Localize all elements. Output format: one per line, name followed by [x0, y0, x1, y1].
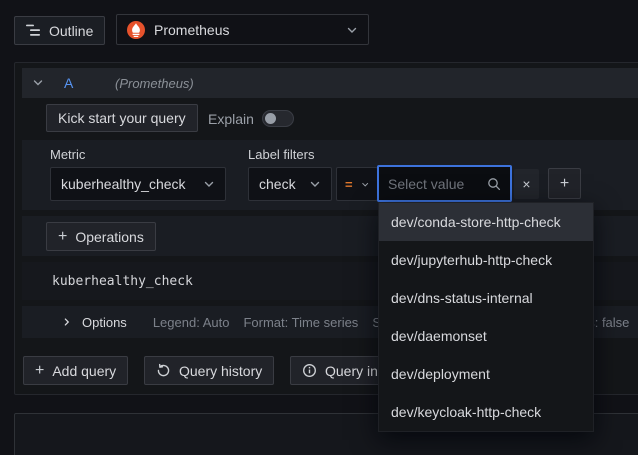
kick-start-query-button[interactable]: Kick start your query [46, 104, 198, 132]
remove-filter-button[interactable]: × [514, 169, 539, 199]
history-icon [157, 363, 170, 377]
raw-query-text: kuberhealthy_check [52, 273, 193, 289]
options-summary-item: Legend: Auto [152, 314, 230, 330]
dropdown-option[interactable]: dev/jupyterhub-http-check [379, 241, 593, 279]
dropdown-option[interactable]: dev/dns-status-internal [379, 279, 593, 317]
plus-icon: + [35, 361, 45, 379]
dropdown-option[interactable]: dev/keycloak-http-check [379, 393, 593, 431]
datasource-picker[interactable]: Prometheus [116, 14, 369, 45]
query-datasource-hint: (Prometheus) [115, 76, 194, 91]
info-icon [303, 364, 316, 377]
add-query-button[interactable]: + Add query [23, 356, 129, 385]
label-name-value: check [259, 176, 296, 192]
chevron-down-icon [361, 182, 368, 187]
label-value-combobox[interactable] [377, 165, 512, 202]
close-icon: × [522, 176, 531, 192]
label-filters-label: Label filters [248, 147, 315, 162]
explain-toggle[interactable] [262, 110, 294, 127]
collapse-chevron-icon [33, 80, 43, 86]
label-name-select[interactable]: check [248, 167, 332, 201]
prometheus-logo-icon [127, 20, 145, 39]
outline-button-label: Outline [49, 22, 94, 39]
query-history-button[interactable]: Query history [144, 356, 275, 385]
plus-icon: + [58, 227, 68, 245]
metric-select[interactable]: kuberhealthy_check [50, 167, 226, 201]
chevron-down-icon [310, 181, 320, 187]
operations-button[interactable]: + Operations [46, 222, 156, 251]
chevron-down-icon [204, 181, 214, 187]
search-icon [488, 177, 501, 190]
dropdown-option[interactable]: dev/deployment [379, 355, 593, 393]
dropdown-option[interactable]: dev/daemonset [379, 317, 593, 355]
add-query-label: Add query [52, 362, 117, 379]
grafana-explore-query-editor: Outline Prometheus A (Prometheus) Kick s… [0, 0, 638, 455]
operator-select[interactable]: = [336, 167, 378, 201]
metric-field-label: Metric [50, 147, 86, 162]
chevron-down-icon [347, 27, 357, 33]
explain-label: Explain [208, 111, 254, 127]
outline-button[interactable]: Outline [14, 16, 106, 45]
dropdown-option[interactable]: dev/conda-store-http-check [379, 203, 593, 241]
operations-label: Operations [75, 228, 144, 245]
query-row-header[interactable]: A (Prometheus) [22, 68, 638, 98]
options-summary-item: Format: Time series [243, 314, 359, 330]
query-history-label: Query history [179, 362, 263, 379]
outline-icon [26, 24, 40, 36]
query-ref-id: A [64, 75, 74, 91]
datasource-name: Prometheus [154, 21, 230, 38]
label-value-input[interactable] [388, 175, 481, 192]
plus-icon: + [559, 174, 570, 192]
chevron-right-icon [64, 318, 70, 326]
operator-value: = [345, 176, 353, 192]
kick-start-label: Kick start your query [58, 110, 186, 126]
metric-select-value: kuberhealthy_check [61, 176, 186, 192]
options-label: Options [82, 314, 127, 330]
value-dropdown: dev/conda-store-http-check dev/jupyterhub… [378, 202, 594, 432]
add-filter-button[interactable]: + [548, 168, 581, 199]
toggle-knob [265, 113, 276, 124]
